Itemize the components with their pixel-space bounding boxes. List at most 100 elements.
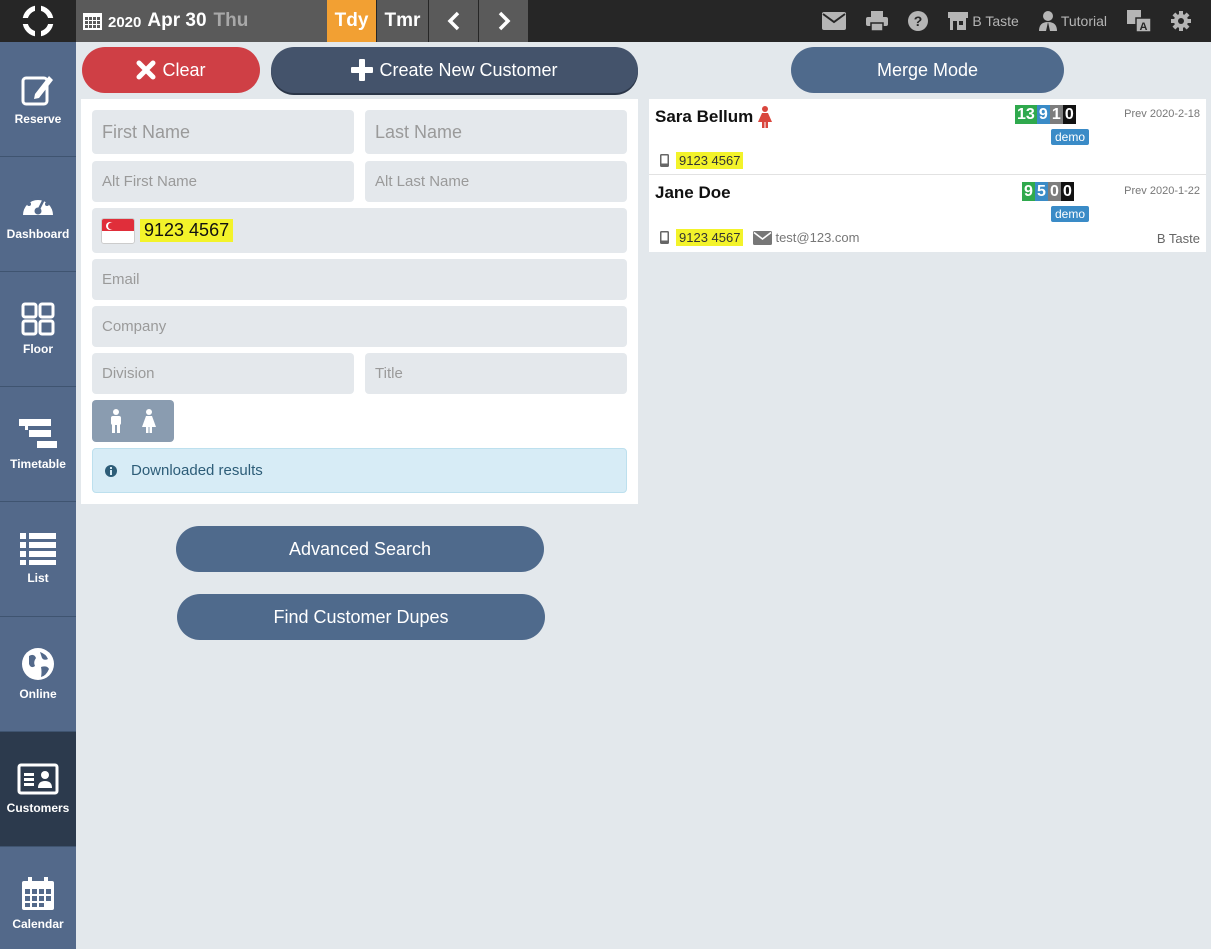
customer-contact: 9123 4567 test@123.com xyxy=(660,229,859,246)
info-alert: Downloaded results xyxy=(92,448,627,493)
sidebar-label: Online xyxy=(19,687,57,701)
messages-button[interactable] xyxy=(822,12,847,30)
stat-noshow: 0 xyxy=(1061,182,1074,201)
visit-stats: 13 9 1 0 xyxy=(1015,105,1076,124)
female-icon xyxy=(758,106,773,128)
phone-field[interactable]: 9123 4567 xyxy=(92,208,627,253)
merge-mode-button[interactable]: Merge Mode xyxy=(791,47,1064,93)
male-icon[interactable] xyxy=(109,409,123,433)
sidebar-label: Dashboard xyxy=(6,227,70,241)
sidebar-label: List xyxy=(27,571,49,585)
singapore-flag-icon[interactable] xyxy=(101,217,135,244)
tutorial-button[interactable]: Tutorial xyxy=(1038,11,1107,31)
chevron-left-icon xyxy=(447,11,459,31)
translate-icon: A xyxy=(1127,10,1151,32)
clear-button[interactable]: Clear xyxy=(82,47,260,93)
division-field[interactable]: Division xyxy=(92,353,354,394)
plus-icon xyxy=(351,59,374,81)
customer-contact: 9123 4567 xyxy=(660,152,744,169)
sidebar-item-floor[interactable]: Floor xyxy=(0,272,76,387)
timetable-icon xyxy=(19,419,57,448)
advanced-search-button[interactable]: Advanced Search xyxy=(176,526,544,572)
last-name-field[interactable]: Last Name xyxy=(365,110,627,154)
sidebar: Reserve Dashboard Floor Timetable List O… xyxy=(0,42,76,949)
sidebar-label: Timetable xyxy=(10,457,66,471)
envelope-icon xyxy=(822,12,847,30)
sidebar-item-online[interactable]: Online xyxy=(0,617,76,732)
venue-selector[interactable]: B Taste xyxy=(948,12,1019,30)
list-icon xyxy=(20,533,56,565)
previous-day-button[interactable] xyxy=(429,0,478,42)
stat-completed: 9 xyxy=(1022,182,1035,201)
logo-icon xyxy=(22,5,54,37)
svg-text:?: ? xyxy=(914,13,923,29)
sidebar-item-timetable[interactable]: Timetable xyxy=(0,387,76,502)
sidebar-item-reserve[interactable]: Reserve xyxy=(0,42,76,157)
clear-label: Clear xyxy=(162,59,206,80)
mobile-icon xyxy=(660,231,669,244)
customer-venue: B Taste xyxy=(1156,231,1200,246)
stat-noshow: 0 xyxy=(1062,105,1076,124)
visit-stats: 9 5 0 0 xyxy=(1022,182,1074,201)
envelope-icon xyxy=(753,230,773,245)
create-label: Create New Customer xyxy=(379,59,558,80)
previous-visit: Prev 2020-2-18 xyxy=(1124,108,1200,120)
date-picker[interactable]: 2020 Apr 30 Thu xyxy=(76,0,327,42)
customer-results: Sara Bellum 13 9 1 0 Prev 2020-2-18 demo… xyxy=(649,99,1206,252)
title-field[interactable]: Title xyxy=(365,353,627,394)
edit-icon xyxy=(21,76,53,106)
today-button[interactable]: Tdy xyxy=(327,0,376,42)
customer-phone: 9123 4567 xyxy=(676,152,744,169)
sidebar-item-dashboard[interactable]: Dashboard xyxy=(0,157,76,272)
find-dupes-button[interactable]: Find Customer Dupes xyxy=(177,594,545,640)
tomorrow-button[interactable]: Tmr xyxy=(377,0,428,42)
gender-toggle xyxy=(92,400,174,442)
app-logo[interactable] xyxy=(0,0,76,42)
customer-name-text: Sara Bellum xyxy=(655,107,754,126)
email-field[interactable]: Email xyxy=(92,259,627,300)
chevron-right-icon xyxy=(498,11,510,31)
settings-button[interactable] xyxy=(1171,11,1191,31)
alt-first-name-field[interactable]: Alt First Name xyxy=(92,161,354,202)
user-tie-icon xyxy=(1038,11,1057,31)
list-item[interactable]: Jane Doe 9 5 0 0 Prev 2020-1-22 demo 912… xyxy=(649,176,1206,252)
help-icon: ? xyxy=(908,11,929,31)
customer-tag: demo xyxy=(1051,129,1090,145)
store-icon xyxy=(948,12,969,30)
gear-icon xyxy=(1171,11,1191,31)
date-month-day: Apr 30 xyxy=(147,10,207,31)
customer-tag: demo xyxy=(1051,206,1090,222)
sidebar-label: Reserve xyxy=(14,112,62,126)
venue-label: B Taste xyxy=(972,13,1019,29)
sidebar-item-calendar[interactable]: Calendar xyxy=(0,847,76,949)
company-field[interactable]: Company xyxy=(92,306,627,347)
mobile-icon xyxy=(660,154,669,167)
svg-text:A: A xyxy=(1140,21,1148,32)
floor-grid-icon xyxy=(21,302,55,336)
gauge-icon xyxy=(23,193,53,215)
list-item[interactable]: Sara Bellum 13 9 1 0 Prev 2020-2-18 demo… xyxy=(649,99,1206,175)
language-button[interactable]: A xyxy=(1127,10,1151,32)
date-year: 2020 xyxy=(108,13,142,31)
date-weekday: Thu xyxy=(213,10,249,31)
customer-phone: 9123 4567 xyxy=(676,229,744,246)
close-icon xyxy=(136,60,156,80)
sidebar-label: Customers xyxy=(6,801,70,815)
info-icon xyxy=(105,464,117,477)
female-icon[interactable] xyxy=(141,409,157,433)
sidebar-item-list[interactable]: List xyxy=(0,502,76,617)
info-message: Downloaded results xyxy=(131,462,263,479)
sidebar-label: Floor xyxy=(23,342,53,356)
customer-name-text: Jane Doe xyxy=(655,183,731,202)
first-name-field[interactable]: First Name xyxy=(92,110,354,154)
help-button[interactable]: ? xyxy=(908,11,929,31)
create-customer-button[interactable]: Create New Customer xyxy=(271,47,638,93)
next-day-button[interactable] xyxy=(479,0,528,42)
sidebar-item-customers[interactable]: Customers xyxy=(0,732,76,847)
stat-cancelled: 1 xyxy=(1049,105,1063,124)
print-button[interactable] xyxy=(866,11,889,31)
calendar-icon xyxy=(22,877,54,910)
alt-last-name-field[interactable]: Alt Last Name xyxy=(365,161,627,202)
customer-name: Jane Doe xyxy=(655,183,731,203)
customer-email: test@123.com xyxy=(753,230,859,245)
